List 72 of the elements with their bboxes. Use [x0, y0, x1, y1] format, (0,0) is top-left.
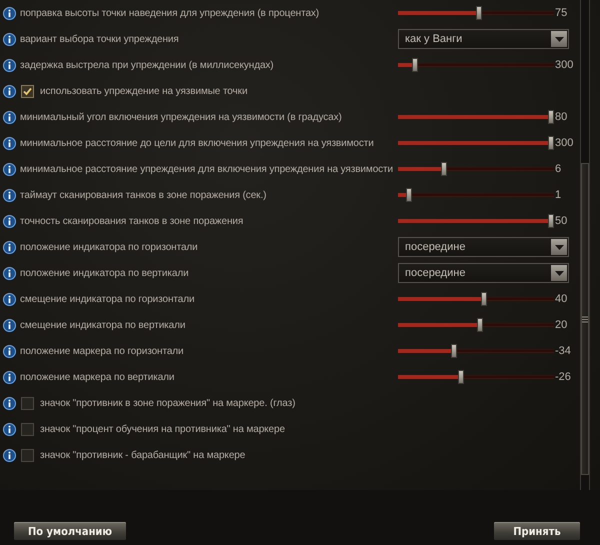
setting-label: поправка высоты точки наведения для упреждения (в процентах) — [20, 8, 320, 18]
info-icon[interactable] — [3, 448, 16, 462]
setting-label: использовать упреждение на уязвимые точки — [40, 86, 248, 96]
checkbox[interactable] — [21, 422, 34, 436]
checkbox[interactable] — [21, 396, 34, 410]
setting-label: значок "противник - барабанщик" на маркере — [40, 450, 246, 460]
info-icon[interactable] — [3, 344, 16, 358]
slider-value: -34 — [555, 345, 572, 357]
slider-thumb[interactable] — [406, 188, 412, 202]
apply-button[interactable]: Принять — [493, 521, 581, 541]
setting-label: положение индикатора по горизонтали — [20, 242, 199, 252]
slider-value: 20 — [555, 319, 568, 331]
slider-value: 40 — [555, 293, 568, 305]
slider-value: 50 — [555, 215, 568, 227]
dropdown[interactable]: посередине — [398, 263, 569, 283]
info-icon[interactable] — [3, 84, 16, 98]
caret-icon — [551, 31, 567, 47]
info-icon[interactable] — [3, 188, 16, 202]
slider-thumb[interactable] — [548, 136, 554, 150]
slider-thumb[interactable] — [548, 214, 554, 228]
slider-value: 300 — [555, 59, 574, 71]
info-icon[interactable] — [3, 370, 16, 384]
slider-thumb[interactable] — [476, 6, 482, 20]
setting-label: вариант выбора точки упреждения — [20, 34, 180, 44]
dropdown[interactable]: посередине — [398, 237, 569, 257]
setting-label: минимальное расстояние упреждения для включения упреждения на уязвимости — [20, 164, 394, 174]
slider-thumb[interactable] — [450, 344, 456, 358]
info-icon[interactable] — [3, 292, 16, 306]
slider-thumb[interactable] — [548, 110, 554, 124]
info-icon[interactable] — [3, 214, 16, 228]
scrollbar[interactable] — [580, 0, 590, 490]
slider-thumb[interactable] — [441, 162, 448, 176]
scrollbar-thumb[interactable] — [581, 163, 589, 475]
setting-label: минимальное расстояние до цели для включения упреждения на уязвимости — [20, 138, 375, 148]
slider-thumb[interactable] — [480, 292, 486, 306]
dropdown[interactable]: как у Ванги — [398, 29, 569, 49]
setting-label: значок "противник в зоне поражения" на маркере. (глаз) — [40, 398, 296, 408]
slider-value: 80 — [555, 111, 568, 123]
setting-label: смещение индикатора по горизонтали — [20, 294, 196, 304]
setting-label: значок "процент обучения на противника" на маркере — [40, 424, 286, 434]
info-icon[interactable] — [3, 136, 16, 150]
info-icon[interactable] — [3, 266, 16, 280]
info-icon[interactable] — [3, 240, 16, 254]
setting-label: задержка выстрела при упреждении (в миллисекундах) — [20, 60, 275, 70]
slider-thumb[interactable] — [412, 58, 418, 72]
info-icon[interactable] — [3, 58, 16, 72]
caret-icon — [551, 239, 567, 255]
slider-value: 1 — [555, 189, 562, 201]
slider-value: -26 — [555, 371, 572, 383]
checkbox[interactable] — [21, 84, 34, 98]
info-icon[interactable] — [3, 110, 16, 124]
slider-value: 75 — [555, 7, 568, 19]
setting-label: точность сканирования танков в зоне поражения — [20, 216, 244, 226]
slider-thumb[interactable] — [477, 318, 484, 332]
slider-thumb[interactable] — [458, 370, 464, 384]
setting-label: таймаут сканирования танков в зоне поражения (сек.) — [20, 190, 268, 200]
slider-value: 6 — [555, 163, 562, 175]
info-icon[interactable] — [3, 162, 16, 176]
info-icon[interactable] — [3, 422, 16, 436]
info-icon[interactable] — [3, 6, 16, 20]
setting-label: минимальный угол включения упреждения на уязвимости (в градусах) — [20, 112, 343, 122]
info-icon[interactable] — [3, 396, 16, 410]
checkbox[interactable] — [21, 448, 34, 462]
setting-label: положение маркера по горизонтали — [20, 346, 184, 356]
caret-icon — [551, 265, 567, 281]
setting-label: положение маркера по вертикали — [20, 372, 176, 382]
setting-label: смещение индикатора по вертикали — [20, 320, 186, 330]
info-icon[interactable] — [3, 318, 16, 332]
slider-value: 300 — [555, 137, 574, 149]
default-button[interactable]: По умолчанию — [13, 521, 127, 541]
setting-label: положение индикатора по вертикали — [20, 268, 190, 278]
info-icon[interactable] — [3, 32, 16, 46]
